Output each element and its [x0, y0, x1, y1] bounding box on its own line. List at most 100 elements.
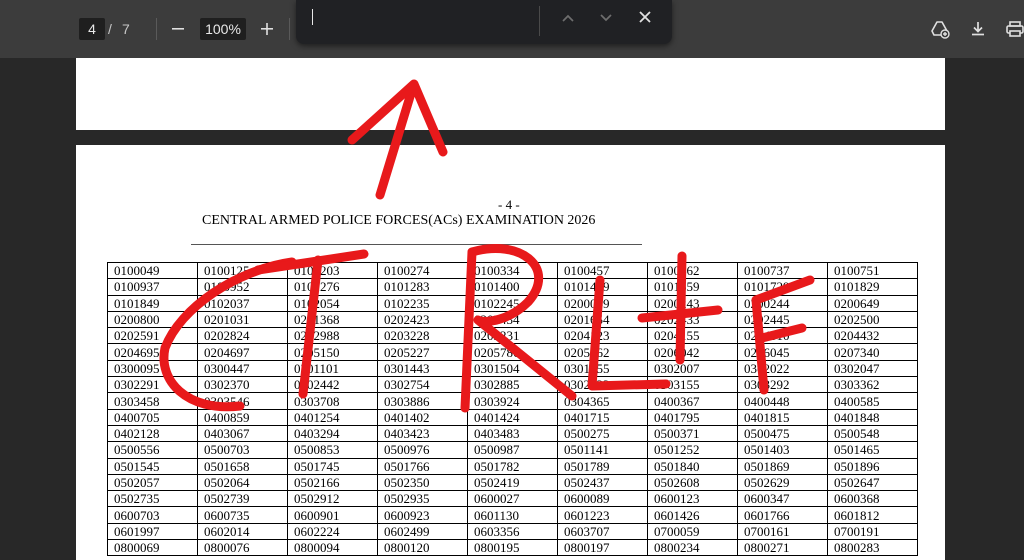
table-cell: 0302370: [197, 376, 288, 394]
download-button[interactable]: [966, 17, 990, 41]
table-cell: 0502437: [557, 473, 648, 492]
table-cell: 0401254: [287, 408, 378, 426]
table-cell: 0100457: [557, 261, 648, 280]
table-cell: 0200069: [557, 294, 648, 312]
toolbar-divider: [156, 18, 157, 40]
table-cell: 0403423: [377, 424, 468, 443]
table-row: 0402128 0403067 0403294 0403423 0403483 05002…: [107, 424, 918, 443]
current-page-input[interactable]: 4: [79, 18, 105, 40]
zoom-level-input[interactable]: 100%: [200, 18, 246, 40]
find-close-button[interactable]: [633, 5, 657, 29]
table-cell: 0202824: [197, 327, 288, 345]
pdf-page-previous: [76, 58, 945, 130]
table-cell: 0800234: [647, 539, 738, 557]
page-number-label: - 4 -: [498, 197, 520, 212]
add-to-drive-button[interactable]: [928, 17, 952, 41]
table-row: 0200800 0201031 0201368 0202423 0202434 02016…: [107, 310, 918, 329]
table-cell: 0500548: [827, 424, 918, 443]
plus-icon: [261, 23, 273, 35]
table-cell: 0500987: [467, 441, 558, 459]
table-cell: 0401795: [647, 408, 738, 426]
table-cell: 0700059: [647, 522, 738, 541]
table-cell: 0200243: [647, 294, 738, 312]
table-cell: 0600089: [557, 490, 648, 508]
table-cell: 0302442: [287, 376, 378, 394]
find-previous-button[interactable]: [556, 6, 580, 30]
table-cell: 0600368: [827, 490, 918, 508]
table-cell: 0301504: [467, 359, 558, 378]
table-cell: 0501840: [647, 457, 738, 475]
table-row: 0204695 0204697 0205150 0205227 0205786 02058…: [107, 343, 918, 361]
table-cell: 0403483: [467, 424, 558, 443]
table-cell: 0401424: [467, 408, 558, 426]
table-cell: 0202591: [107, 327, 198, 345]
table-cell: 0800069: [107, 539, 198, 557]
table-cell: 0602499: [377, 522, 468, 541]
table-cell: 0700191: [827, 522, 918, 541]
table-cell: 0303708: [287, 392, 378, 410]
table-row: 0303458 0303546 0303708 0303886 0303924 03043…: [107, 392, 918, 410]
table-cell: 0602014: [197, 522, 288, 541]
drive-add-icon: [931, 21, 950, 39]
table-cell: 0502350: [377, 473, 468, 492]
table-cell: 0204432: [827, 327, 918, 345]
table-cell: 0202988: [287, 327, 378, 345]
table-cell: 0502608: [647, 473, 738, 492]
table-cell: 0205227: [377, 343, 468, 361]
table-cell: 0101400: [467, 278, 558, 296]
table-row: 0300095 0300447 0301101 0301443 0301504 03015…: [107, 359, 918, 378]
pdf-page: - 4 - CENTRAL ARMED POLICE FORCES(ACs) E…: [76, 145, 945, 560]
table-cell: 0403294: [287, 424, 378, 443]
table-cell: 0501141: [557, 441, 648, 459]
table-cell: 0203231: [467, 327, 558, 345]
table-cell: 0202423: [377, 310, 468, 329]
table-cell: 0101729: [737, 278, 828, 296]
page-separator: /: [108, 21, 112, 37]
table-cell: 0303362: [827, 376, 918, 394]
table-cell: 0501869: [737, 457, 828, 475]
table-cell: 0302885: [467, 376, 558, 394]
table-cell: 0101276: [287, 278, 378, 296]
print-icon: [1006, 21, 1024, 37]
find-bar: [296, 0, 672, 44]
table-row: 0502057 0502064 0502166 0502350 0502419 05024…: [107, 473, 918, 492]
table-cell: 0303292: [737, 376, 828, 394]
find-divider: [539, 6, 540, 36]
zoom-out-button[interactable]: [166, 17, 190, 41]
minus-icon: [172, 28, 184, 30]
find-input[interactable]: [306, 8, 526, 32]
table-cell: 0800197: [557, 539, 648, 557]
table-cell: 0800271: [737, 539, 828, 557]
table-cell: 0303546: [197, 392, 288, 410]
table-cell: 0500703: [197, 441, 288, 459]
table-cell: 0501782: [467, 457, 558, 475]
print-button[interactable]: [1003, 17, 1024, 41]
table-cell: 0206042: [647, 343, 738, 361]
table-row: 0500556 0500703 0500853 0500976 0500987 05011…: [107, 441, 918, 459]
table-cell: 0502735: [107, 490, 198, 508]
table-cell: 0600901: [287, 506, 378, 524]
table-cell: 0800120: [377, 539, 468, 557]
table-cell: 0101829: [827, 278, 918, 296]
table-row: 0400705 0400859 0401254 0401402 0401424 04017…: [107, 408, 918, 426]
table-cell: 0600123: [647, 490, 738, 508]
table-cell: 0303155: [647, 376, 738, 394]
table-cell: 0302933: [557, 376, 648, 394]
table-cell: 0500475: [737, 424, 828, 443]
table-cell: 0202445: [737, 310, 828, 329]
table-cell: 0400705: [107, 408, 198, 426]
find-next-button[interactable]: [594, 6, 618, 30]
table-cell: 0400859: [197, 408, 288, 426]
chevron-up-icon: [562, 14, 574, 22]
download-icon: [972, 22, 984, 36]
document-title: CENTRAL ARMED POLICE FORCES(ACs) EXAMINA…: [202, 213, 596, 228]
table-cell: 0302022: [737, 359, 828, 378]
table-cell: 0601426: [647, 506, 738, 524]
table-cell: 0101499: [557, 278, 648, 296]
zoom-in-button[interactable]: [255, 17, 279, 41]
table-cell: 0401848: [827, 408, 918, 426]
table-cell: 0205150: [287, 343, 378, 361]
table-cell: 0600923: [377, 506, 468, 524]
table-cell: 0603356: [467, 522, 558, 541]
table-cell: 0401815: [737, 408, 828, 426]
